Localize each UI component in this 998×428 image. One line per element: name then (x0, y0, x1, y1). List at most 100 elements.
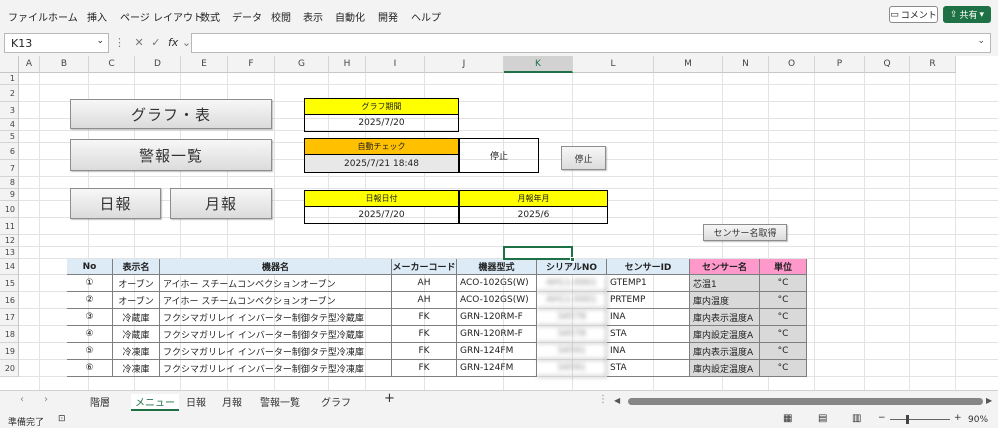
share-button[interactable]: ⇪ 共有 ▾ (943, 6, 991, 23)
normal-view-icon[interactable]: ▦ (783, 413, 792, 424)
row-header-5[interactable]: 5 (0, 131, 19, 143)
table-cell-model[interactable]: GRN-120RM-F (457, 309, 537, 326)
tab-scroll-left-icon[interactable]: ‹ (20, 394, 24, 405)
ribbon-tab-data[interactable]: データ (232, 9, 262, 24)
table-cell-model[interactable]: GRN-124FM (457, 343, 537, 360)
alert-list-button[interactable]: 警報一覧 (70, 139, 272, 171)
table-cell-device[interactable]: フクシマガリレイ インバーター制御タテ型冷凍庫 (160, 343, 392, 360)
monthly-report-button[interactable]: 月報 (170, 188, 272, 219)
column-header-m[interactable]: M (654, 56, 723, 73)
ribbon-tab-view[interactable]: 表示 (303, 9, 323, 24)
row-header-13[interactable]: 13 (0, 247, 19, 259)
column-header-h[interactable]: H (329, 56, 366, 73)
table-cell-no[interactable]: ③ (67, 309, 113, 326)
table-cell-serial[interactable]: 34591 (537, 360, 607, 377)
row-header-16[interactable]: 16 (0, 292, 19, 309)
table-cell-sensor-name[interactable]: 芯温1 (690, 275, 760, 292)
table-cell-device[interactable]: アイホー スチームコンベクションオーブン (160, 275, 392, 292)
table-cell-maker[interactable]: FK (392, 309, 457, 326)
stop-button[interactable]: 停止 (561, 146, 606, 170)
page-layout-view-icon[interactable]: ▤ (818, 413, 827, 424)
table-cell-display[interactable]: 冷蔵庫 (113, 326, 160, 343)
ribbon-tab-page-layout[interactable]: ページ レイアウト (120, 9, 203, 24)
table-cell-sensor-name[interactable]: 庫内表示温度A (690, 343, 760, 360)
table-cell-sensor-id[interactable]: STA (607, 326, 690, 343)
table-cell-maker[interactable]: AH (392, 292, 457, 309)
table-cell-display[interactable]: オーブン (113, 292, 160, 309)
scroll-left-icon[interactable]: ◀ (614, 396, 620, 405)
table-cell-sensor-id[interactable]: GTEMP1 (607, 275, 690, 292)
cancel-icon[interactable]: ✕ (135, 36, 144, 49)
row-header-2[interactable]: 2 (0, 85, 19, 102)
table-cell-sensor-id[interactable]: PRTEMP (607, 292, 690, 309)
name-box[interactable]: K13 ⌄ (4, 33, 109, 53)
table-cell-device[interactable]: フクシマガリレイ インバーター制御タテ型冷蔵庫 (160, 326, 392, 343)
table-cell-unit[interactable]: °C (760, 326, 807, 343)
more-options-icon[interactable]: ⋮ (598, 394, 608, 405)
table-cell-unit[interactable]: °C (760, 343, 807, 360)
column-header-k[interactable]: K (504, 56, 573, 73)
table-cell-model[interactable]: GRN-120RM-F (457, 326, 537, 343)
column-header-a[interactable]: A (19, 56, 40, 73)
table-cell-no[interactable]: ④ (67, 326, 113, 343)
column-header-i[interactable]: I (366, 56, 425, 73)
row-header-1[interactable]: 1 (0, 73, 19, 85)
table-cell-serial[interactable]: AH11-0001 (537, 275, 607, 292)
row-header-11[interactable]: 11 (0, 218, 19, 235)
zoom-slider[interactable] (890, 419, 950, 420)
row-header-7[interactable]: 7 (0, 160, 19, 177)
column-header-g[interactable]: G (275, 56, 329, 73)
zoom-in-icon[interactable]: + (954, 413, 962, 423)
tab-graph[interactable]: グラフ (321, 394, 351, 409)
table-cell-unit[interactable]: °C (760, 309, 807, 326)
column-header-o[interactable]: O (769, 56, 815, 73)
table-cell-unit[interactable]: °C (760, 360, 807, 377)
table-cell-unit[interactable]: °C (760, 292, 807, 309)
table-cell-maker[interactable]: FK (392, 360, 457, 377)
column-header-l[interactable]: L (573, 56, 654, 73)
table-cell-maker[interactable]: AH (392, 275, 457, 292)
more-icon[interactable]: ⋮ (114, 36, 125, 49)
accessibility-icon[interactable]: ⊡ (58, 414, 66, 424)
table-cell-device[interactable]: フクシマガリレイ インバーター制御タテ型冷蔵庫 (160, 309, 392, 326)
sensor-name-fetch-button[interactable]: センサー名取得 (703, 224, 787, 241)
table-cell-model[interactable]: GRN-124FM (457, 360, 537, 377)
tab-scroll-right-icon[interactable]: › (44, 394, 48, 405)
column-header-f[interactable]: F (228, 56, 275, 73)
zoom-slider-thumb[interactable] (906, 415, 909, 424)
table-cell-model[interactable]: ACO-102GS(W) (457, 275, 537, 292)
row-header-14[interactable]: 14 (0, 259, 19, 275)
row-header-10[interactable]: 10 (0, 201, 19, 218)
table-cell-no[interactable]: ① (67, 275, 113, 292)
column-header-b[interactable]: B (40, 56, 89, 73)
tab-hierarchy[interactable]: 階層 (90, 394, 110, 409)
table-cell-display[interactable]: 冷凍庫 (113, 360, 160, 377)
comment-button[interactable]: ▭ コメント (889, 6, 938, 23)
row-header-19[interactable]: 19 (0, 343, 19, 360)
row-header-8[interactable]: 8 (0, 177, 19, 189)
ribbon-tab-insert[interactable]: 挿入 (87, 9, 107, 24)
table-cell-maker[interactable]: FK (392, 343, 457, 360)
table-cell-sensor-id[interactable]: INA (607, 309, 690, 326)
column-header-n[interactable]: N (723, 56, 769, 73)
column-header-q[interactable]: Q (865, 56, 910, 73)
table-cell-sensor-id[interactable]: STA (607, 360, 690, 377)
column-header-d[interactable]: D (135, 56, 181, 73)
chevron-down-icon[interactable]: ⌄ (182, 36, 191, 49)
row-header-4[interactable]: 4 (0, 119, 19, 131)
row-header-3[interactable]: 3 (0, 102, 19, 119)
table-cell-display[interactable]: 冷凍庫 (113, 343, 160, 360)
table-cell-display[interactable]: オーブン (113, 275, 160, 292)
column-header-e[interactable]: E (181, 56, 228, 73)
expand-formula-icon[interactable]: ⌄ (977, 36, 985, 46)
daily-date-value[interactable]: 2025/7/20 (304, 206, 459, 224)
table-cell-sensor-name[interactable]: 庫内温度 (690, 292, 760, 309)
table-cell-sensor-id[interactable]: INA (607, 343, 690, 360)
page-break-view-icon[interactable]: ▥ (852, 413, 861, 424)
table-cell-sensor-name[interactable]: 庫内表示温度A (690, 309, 760, 326)
tab-alerts[interactable]: 警報一覧 (260, 394, 300, 409)
table-cell-no[interactable]: ⑤ (67, 343, 113, 360)
worksheet-grid[interactable]: A B C D E F G H I J K L M N O P Q R 1 2 3 4 5 6 7 8 9 10 11 12 13 14 15 1… (0, 56, 998, 390)
row-header-17[interactable]: 17 (0, 309, 19, 326)
column-header-r[interactable]: R (910, 56, 956, 73)
